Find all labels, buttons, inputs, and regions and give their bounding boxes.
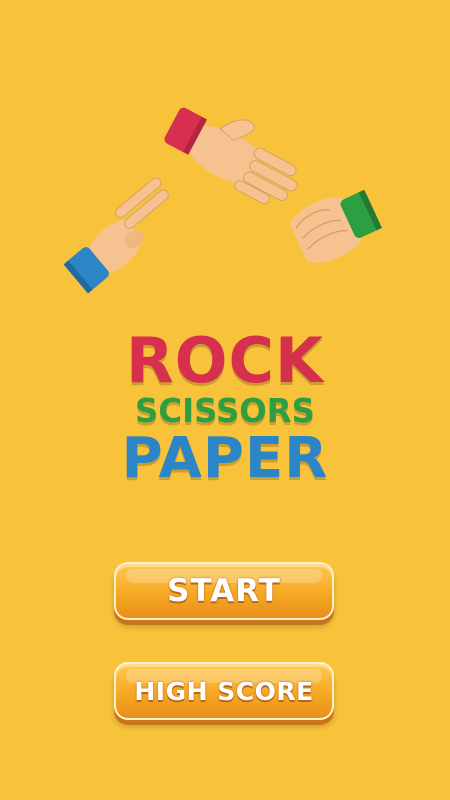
scissors-hand-icon <box>63 177 169 294</box>
high-score-button[interactable]: HIGH SCORE <box>114 662 334 720</box>
start-button[interactable]: START <box>114 562 334 620</box>
title-rock: ROCK <box>126 324 324 397</box>
start-button-label: START <box>167 573 281 609</box>
hands-illustration <box>63 107 382 294</box>
high-score-button-label: HIGH SCORE <box>134 676 314 706</box>
game-title: ROCK SCISSORS PAPER <box>0 330 450 487</box>
main-menu-screen: ROCK SCISSORS PAPER START HIGH SCORE <box>0 0 450 800</box>
paper-hand-icon <box>164 107 298 205</box>
title-paper: PAPER <box>121 426 329 491</box>
title-scissors: SCISSORS <box>135 391 315 430</box>
rock-fist-icon <box>289 189 382 263</box>
